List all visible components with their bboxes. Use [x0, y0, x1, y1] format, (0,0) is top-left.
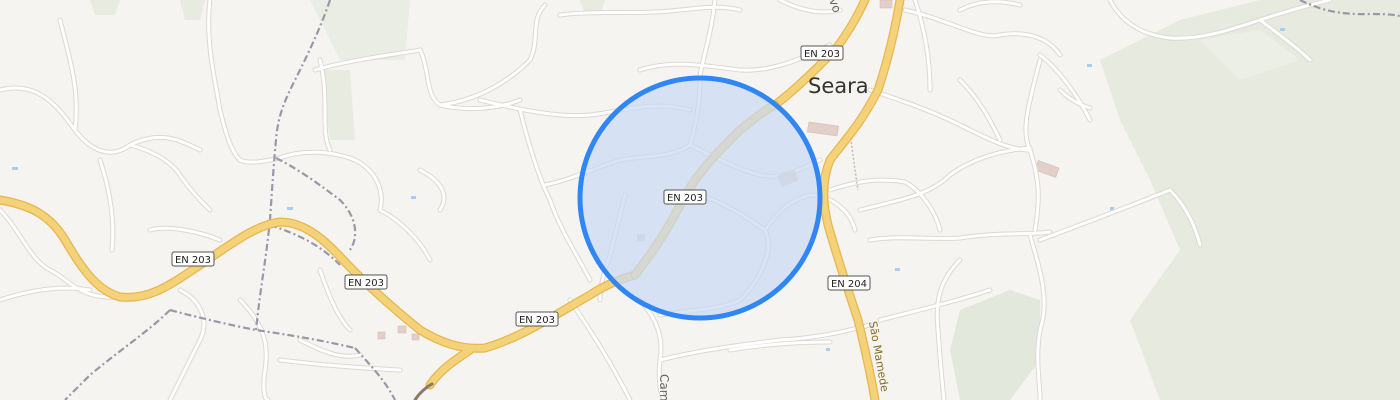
town-label-seara: Seara	[808, 74, 869, 98]
svg-text:EN 204: EN 204	[831, 279, 867, 290]
road-shield-en203-c: EN 203	[171, 251, 215, 267]
map-layer: EN 203 EN 203 EN 203 EN 203 EN 203 EN 20…	[0, 0, 1400, 400]
street-label-caminho: Cam	[657, 374, 671, 400]
road-shield-en203-a: EN 203	[800, 45, 844, 61]
svg-text:EN 203: EN 203	[175, 255, 211, 266]
map-canvas[interactable]: EN 203 EN 203 EN 203 EN 203 EN 203 EN 20…	[0, 0, 1400, 400]
svg-text:EN 203: EN 203	[348, 278, 384, 289]
svg-text:EN 203: EN 203	[804, 49, 840, 60]
svg-text:EN 203: EN 203	[667, 193, 703, 204]
road-shield-en204: EN 204	[827, 275, 871, 291]
road-shield-en203-b: EN 203	[663, 189, 707, 205]
road-shield-en203-e: EN 203	[515, 311, 559, 327]
svg-text:EN 203: EN 203	[519, 315, 555, 326]
road-shield-en203-d: EN 203	[344, 274, 388, 290]
